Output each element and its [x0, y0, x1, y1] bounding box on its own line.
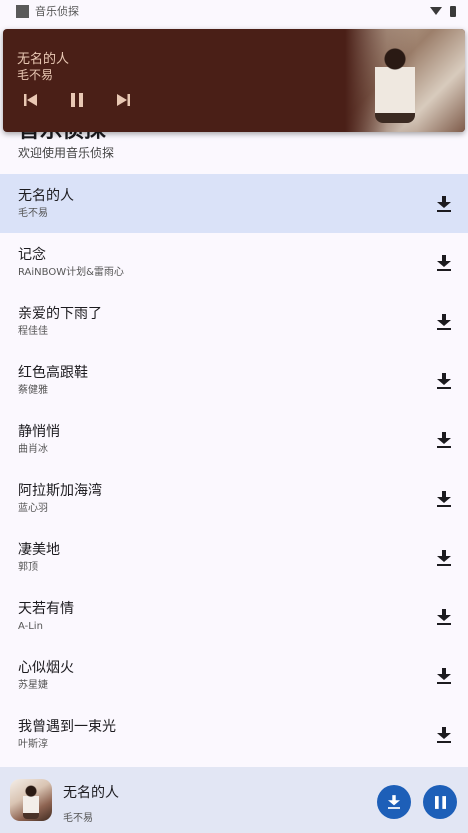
download-icon: [437, 431, 451, 448]
pause-icon: [71, 93, 83, 107]
status-bar: 音乐侦探: [0, 0, 468, 22]
song-artist: 程佳佳: [18, 325, 48, 337]
notification-title: 无名的人: [17, 52, 70, 67]
player-pause-button[interactable]: [423, 785, 457, 819]
song-item[interactable]: 心似烟火 苏星婕: [0, 646, 468, 705]
song-title: 我曾遇到一束光: [18, 718, 116, 735]
song-list: 无名的人 毛不易 记念 RAiNBOW计划&雷雨心 亲爱的下雨了 程佳佳 红色高…: [0, 174, 468, 764]
status-icons: [430, 5, 456, 17]
download-button[interactable]: [434, 548, 454, 568]
notification-controls: [23, 92, 131, 108]
skip-next-icon: [117, 94, 130, 106]
skip-previous-icon: [24, 94, 37, 106]
song-item[interactable]: 静悄悄 曲肖冰: [0, 410, 468, 469]
song-artist: 毛不易: [18, 207, 48, 219]
album-thumbnail[interactable]: [10, 779, 52, 821]
download-button[interactable]: [434, 312, 454, 332]
song-artist: 蔡健雅: [18, 384, 48, 396]
download-icon: [437, 667, 451, 684]
album-art-figure: [375, 43, 415, 123]
song-item[interactable]: 无名的人 毛不易: [0, 174, 468, 233]
song-artist: 郭顶: [18, 561, 38, 573]
download-button[interactable]: [434, 253, 454, 273]
download-icon: [388, 795, 400, 809]
song-title: 凄美地: [18, 541, 60, 558]
download-icon: [437, 490, 451, 507]
song-item[interactable]: 红色高跟鞋 蔡健雅: [0, 351, 468, 410]
download-icon: [437, 195, 451, 212]
song-item[interactable]: 我曾遇到一束光 叶斯淳: [0, 705, 468, 764]
battery-icon: [450, 5, 456, 17]
song-item[interactable]: 天若有情 A-Lin: [0, 587, 468, 646]
status-app-name: 音乐侦探: [35, 5, 79, 18]
pause-icon: [434, 795, 446, 809]
download-icon: [437, 313, 451, 330]
media-notification[interactable]: 无名的人 毛不易: [3, 29, 465, 132]
skip-next-button[interactable]: [115, 92, 131, 108]
download-icon: [437, 372, 451, 389]
song-artist: 曲肖冰: [18, 443, 48, 455]
download-button[interactable]: [434, 194, 454, 214]
player-title: 无名的人: [63, 785, 119, 801]
song-title: 阿拉斯加海湾: [18, 482, 102, 499]
song-title: 天若有情: [18, 600, 74, 617]
song-item[interactable]: 记念 RAiNBOW计划&雷雨心: [0, 233, 468, 292]
player-download-button[interactable]: [377, 785, 411, 819]
album-thumbnail-figure: [23, 785, 39, 819]
page-subtitle: 欢迎使用音乐侦探: [18, 146, 115, 160]
wifi-icon: [430, 7, 442, 15]
download-button[interactable]: [434, 371, 454, 391]
song-item[interactable]: 凄美地 郭顶: [0, 528, 468, 587]
download-icon: [437, 726, 451, 743]
download-icon: [437, 608, 451, 625]
song-title: 静悄悄: [18, 423, 60, 440]
download-button[interactable]: [434, 489, 454, 509]
bottom-player[interactable]: 无名的人 毛不易: [0, 767, 468, 833]
download-button[interactable]: [434, 607, 454, 627]
notification-album-art: [345, 29, 465, 132]
download-icon: [437, 549, 451, 566]
song-title: 记念: [18, 246, 46, 263]
song-artist: RAiNBOW计划&雷雨心: [18, 266, 124, 278]
song-artist: 蓝心羽: [18, 502, 48, 514]
song-title: 无名的人: [18, 187, 74, 204]
app-notification-icon: [16, 4, 29, 18]
download-button[interactable]: [434, 666, 454, 686]
download-button[interactable]: [434, 430, 454, 450]
notification-pause-button[interactable]: [69, 92, 85, 108]
download-icon: [437, 254, 451, 271]
notification-artist: 毛不易: [17, 68, 54, 82]
skip-previous-button[interactable]: [23, 92, 39, 108]
song-item[interactable]: 亲爱的下雨了 程佳佳: [0, 292, 468, 351]
song-item[interactable]: 阿拉斯加海湾 蓝心羽: [0, 469, 468, 528]
song-artist: 苏星婕: [18, 679, 48, 691]
player-artist: 毛不易: [63, 813, 93, 824]
song-artist: 叶斯淳: [18, 738, 48, 750]
download-button[interactable]: [434, 725, 454, 745]
song-title: 心似烟火: [18, 659, 74, 676]
song-title: 红色高跟鞋: [18, 364, 88, 381]
song-title: 亲爱的下雨了: [18, 305, 102, 322]
song-artist: A-Lin: [18, 620, 43, 632]
